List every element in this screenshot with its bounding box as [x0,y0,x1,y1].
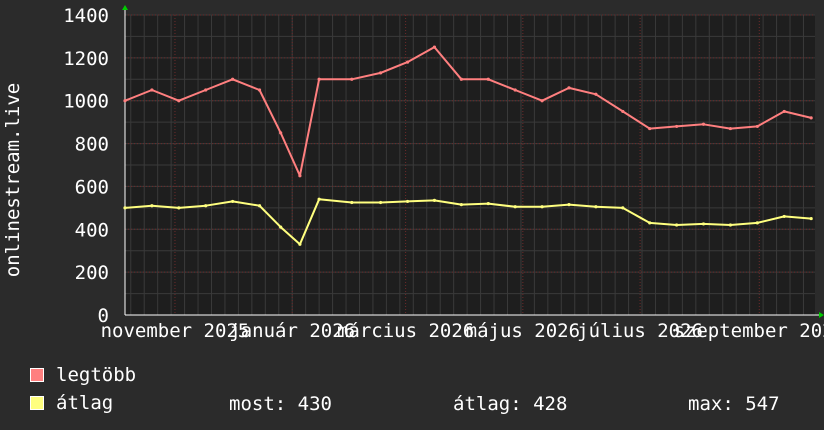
data-point [298,174,302,178]
y-tick-label: 400 [75,219,109,241]
data-point [177,206,181,210]
data-point [459,203,463,207]
data-point [782,109,786,114]
legend-item-max: legtöbb [30,364,137,386]
data-point [594,92,598,96]
data-point [317,197,321,201]
data-point [513,205,517,209]
data-point [701,122,706,126]
data-point [204,204,208,208]
data-point [150,88,154,92]
data-point [150,204,154,208]
y-axis-label: onlinestream.live [2,83,24,277]
legend-label-max: legtöbb [56,364,137,386]
data-point [231,199,235,204]
x-tick-label: szeptember 2026 [673,320,824,342]
data-point [567,203,571,207]
data-point [298,242,302,246]
data-point [728,223,733,227]
data-point [621,206,625,210]
data-point [675,223,679,227]
y-tick-label: 600 [75,176,109,198]
data-point [540,99,544,103]
data-point [755,221,759,225]
data-point [405,199,410,204]
data-point [279,131,283,135]
data-point [379,200,383,205]
data-point [432,198,437,202]
y-tick-label: 200 [75,262,109,284]
data-point [486,201,490,206]
data-point [317,77,321,81]
data-point [513,88,517,92]
data-point [755,124,759,129]
stat-current: most: 430 [229,393,332,415]
x-tick-label: március 2026 [337,320,474,342]
data-point [123,99,127,103]
y-tick-label: 1200 [63,48,109,70]
x-tick-label: május 2026 [466,320,580,342]
data-point [621,109,625,114]
data-point [809,116,813,120]
data-point [540,205,544,209]
data-point [177,99,181,103]
data-point [486,77,490,81]
data-point [257,88,262,92]
data-point [728,126,733,131]
y-tick-label: 800 [75,134,109,156]
data-point [379,71,383,75]
data-point [231,77,235,81]
data-point [782,214,786,219]
data-point [567,86,571,90]
data-point [594,205,598,209]
stat-maximum: max: 547 [688,393,780,415]
legend-swatch-max [30,368,44,382]
y-tick-label: 1400 [63,5,109,27]
x-tick-label: november 2025 [101,320,250,342]
data-point [405,60,410,64]
chart: 0200400600800100012001400november 2025ja… [2,5,824,342]
y-tick-label: 1000 [63,91,109,113]
data-point [257,204,262,208]
data-point [279,225,283,229]
data-point [123,206,127,210]
data-point [350,200,354,205]
data-point [459,77,463,81]
x-axis-arrow [819,312,824,318]
data-point [432,45,437,49]
stat-average: átlag: 428 [453,393,568,415]
data-point [675,124,679,129]
data-point [204,88,208,92]
data-point [809,216,813,221]
legend-label-avg: átlag [56,392,114,414]
y-axis-arrow [122,5,128,10]
legend-item-avg: átlag [30,392,114,414]
data-point [648,126,652,131]
data-point [701,222,706,226]
legend-swatch-avg [30,396,44,410]
data-point [648,221,652,225]
data-point [350,77,354,81]
